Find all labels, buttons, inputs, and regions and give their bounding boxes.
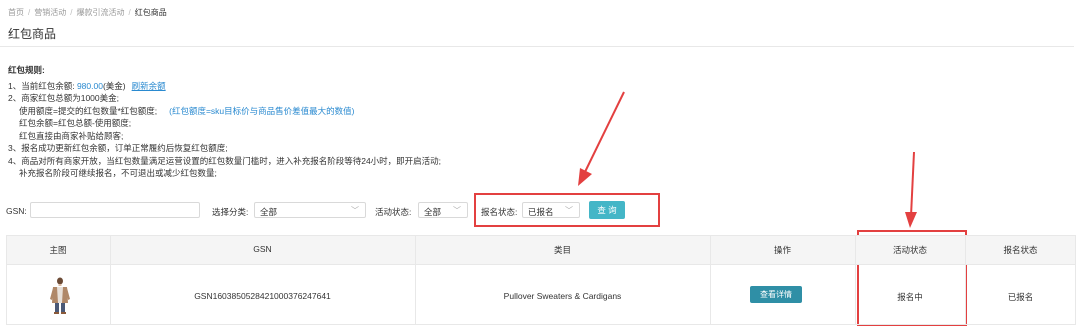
column-header-signup-status: 报名状态 (1003, 245, 1038, 255)
rules-usage-note: (红包额度=sku目标价与商品售价差值最大的数值) (169, 105, 355, 116)
chevron-down-icon: ﹀ (453, 206, 461, 215)
category-select-value: 全部 (260, 207, 278, 217)
activity-status-select[interactable]: 全部 ﹀ (418, 202, 468, 218)
breadcrumb-traffic-campaign[interactable]: 爆款引流活动 (76, 8, 124, 17)
annotation-box-filter (474, 193, 660, 227)
column-header-activity-status: 活动状态 (892, 245, 927, 255)
chevron-down-icon: ﹀ (351, 206, 359, 215)
annotation-arrow-icon (905, 151, 917, 228)
balance-value: 980.00 (76, 80, 103, 91)
breadcrumb-current: 红包商品 (134, 8, 167, 17)
gsn-label: GSN: (6, 206, 27, 216)
gsn-cell: GSN1603850528421000376247641 (194, 291, 331, 301)
rules-section: 红包规则: 1、当前红包余额: 980.00(美金) 刷新余额 2、商家红包总额为… (8, 64, 441, 180)
activity-status-select-value: 全部 (424, 207, 442, 217)
column-header-image: 主图 (49, 245, 67, 255)
rules-line-2a: 使用额度=提交的红包数量*红包额度; (红包额度=sku目标价与商品售价差值最大的… (8, 105, 441, 118)
category-select[interactable]: 全部 ﹀ (254, 202, 366, 218)
balance-unit: (美金) (102, 80, 126, 91)
column-header-category: 类目 (553, 245, 571, 255)
rules-line-4a: 补充报名阶段可继续报名，不可退出或减少红包数量; (19, 168, 217, 178)
rules-line-3: 3、报名成功更新红包余额，订单正常履约后恢复红包额度; (8, 143, 228, 153)
rules-usage-formula: 使用额度=提交的红包数量*红包额度; (19, 105, 158, 116)
activity-status-cell: 报名中 (897, 292, 923, 302)
annotation-arrow-icon (578, 91, 625, 186)
view-details-button[interactable]: 查看详情 (750, 286, 802, 303)
rules-heading: 红包规则: (8, 65, 45, 75)
breadcrumb: 首页 / 营销活动 / 爆款引流活动 / 红包商品 (8, 8, 167, 17)
breadcrumb-marketing[interactable]: 营销活动 (34, 8, 66, 17)
category-label: 选择分类: (212, 207, 249, 217)
breadcrumb-home[interactable]: 首页 (8, 8, 24, 17)
refresh-balance-link[interactable]: 刷新余额 (132, 81, 166, 91)
rules-line-4: 4、商品对所有商家开放，当红包数量满足运营设置的红包数量门槛时，进入补充报名阶段… (8, 155, 442, 166)
gsn-input[interactable] (30, 202, 200, 218)
rules-line-2b: 红包余额=红包总额-使用额度; (19, 118, 132, 128)
column-header-gsn: GSN (253, 244, 272, 254)
category-cell: Pullover Sweaters & Cardigans (503, 291, 622, 301)
rules-balance-label: 1、当前红包余额: (8, 80, 77, 91)
column-header-action: 操作 (773, 245, 791, 255)
activity-status-label: 活动状态: (375, 207, 412, 217)
product-thumbnail[interactable] (50, 277, 70, 315)
signup-status-cell: 已报名 (1007, 292, 1034, 302)
title-divider (0, 46, 1074, 47)
rules-line-1: 1、当前红包余额: 980.00(美金) 刷新余额 (8, 80, 441, 93)
rules-line-2c: 红包直接由商家补贴给顾客; (19, 130, 124, 141)
rules-line-2: 2、商家红包总额为1000美金; (8, 93, 119, 103)
page-title: 红包商品 (8, 27, 57, 41)
